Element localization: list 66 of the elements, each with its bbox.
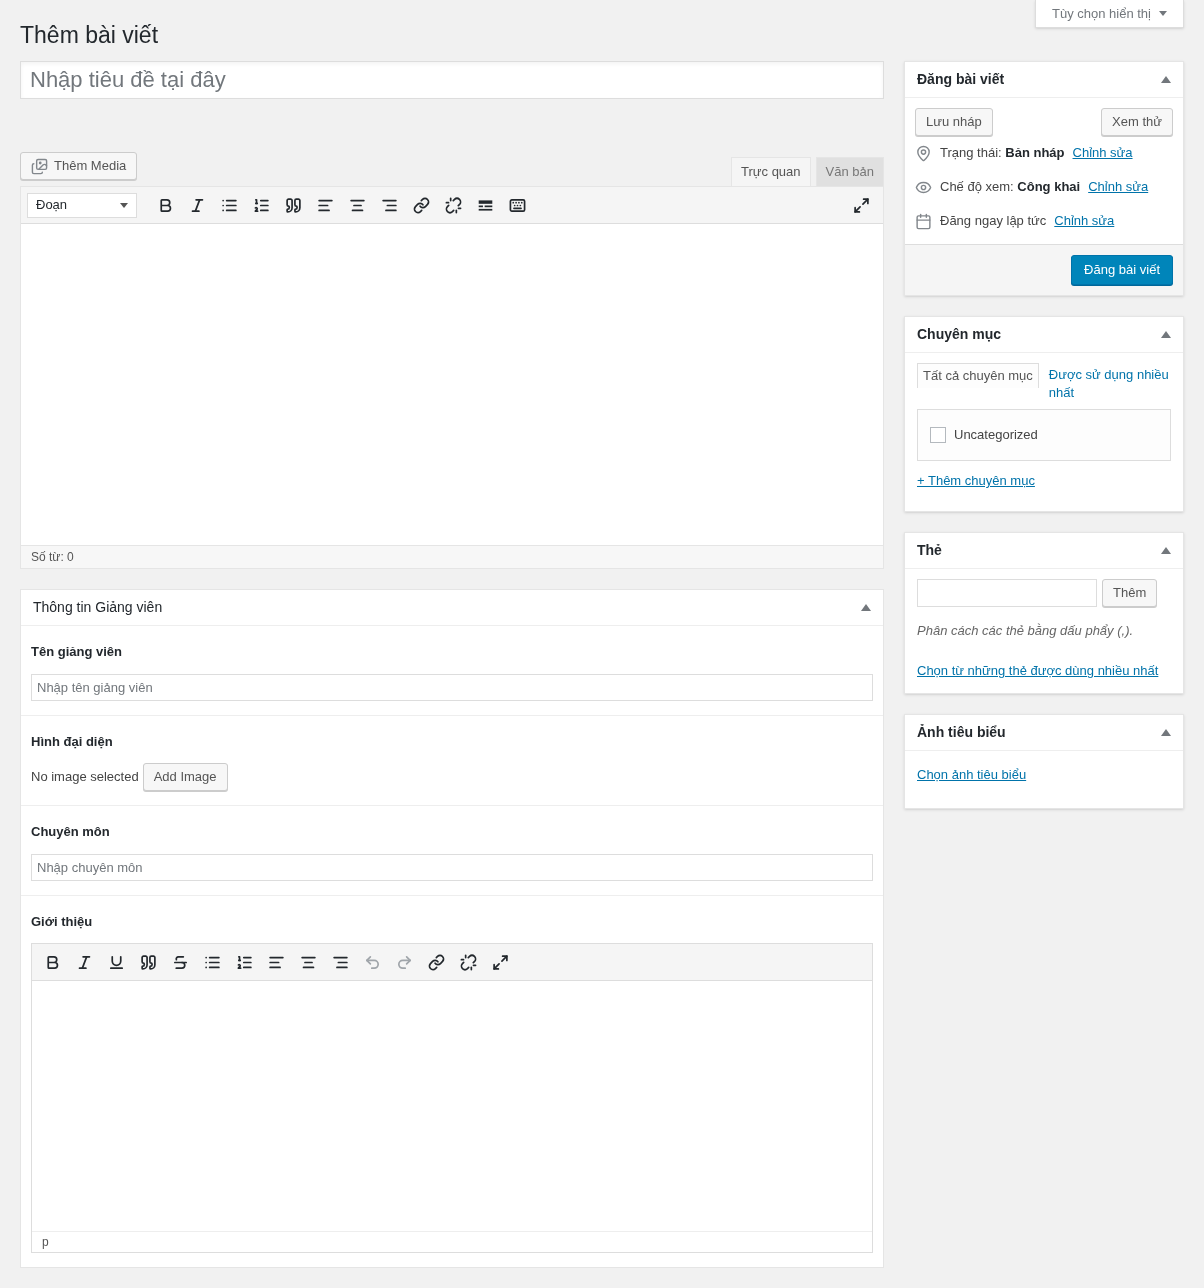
popular-tags-link[interactable]: Chọn từ những thẻ được dùng nhiều nhất <box>917 661 1159 681</box>
editor-tab[interactable]: Văn bản <box>815 157 884 186</box>
unlink-icon <box>459 953 477 971</box>
editor-tab[interactable]: Trực quan <box>731 157 811 186</box>
field-label: Chuyên môn <box>31 823 111 841</box>
tag-field[interactable] <box>917 578 1097 607</box>
quote-icon <box>284 196 302 214</box>
field-label: Tên giảng viên <box>31 643 123 661</box>
link-icon <box>427 953 445 971</box>
metabox-title: Thông tin Giảng viên <box>33 598 163 617</box>
keyboard-icon <box>508 196 526 214</box>
panel-title: Chuyên mục <box>917 325 1001 344</box>
collapse-icon <box>1161 728 1171 736</box>
page-title: Thêm bài viết <box>20 21 160 50</box>
publish-setting: Đăng ngay lập tức <box>940 212 1047 231</box>
title-field[interactable]: Nhập tiêu đề tại đây <box>20 61 884 99</box>
publish-button[interactable]: Đăng bài viết <box>1071 255 1173 285</box>
publish-setting: Trạng thái: Bản nháp <box>940 144 1065 163</box>
panel-title: Thẻ <box>917 540 942 560</box>
quote-icon <box>139 953 157 971</box>
category-label: Uncategorized <box>954 426 1038 445</box>
strikethrough-icon <box>171 953 189 971</box>
element-path: p <box>42 1234 49 1251</box>
underline-icon <box>107 953 125 971</box>
undo-icon <box>363 953 381 971</box>
add-tag-button[interactable]: Thêm <box>1102 578 1158 607</box>
link-icon <box>412 196 430 214</box>
category-tab[interactable]: Được sử dụng nhiều nhất <box>1048 363 1171 405</box>
format-select[interactable]: Đoạn <box>27 192 137 218</box>
media-icon <box>31 157 48 175</box>
field-label: Hình đại diện <box>31 732 114 751</box>
add-category-link[interactable]: + Thêm chuyên mục <box>917 471 1035 491</box>
calendar-icon <box>915 212 932 230</box>
pin-icon <box>915 144 932 162</box>
caret-icon <box>1159 11 1167 16</box>
caret-icon <box>120 202 128 208</box>
panel-title: Đăng bài viết <box>917 70 1005 89</box>
image-status: No image selected <box>31 768 139 787</box>
collapse-icon <box>1161 76 1171 83</box>
screen-options-tab[interactable]: Tùy chọn hiển thị <box>1035 0 1184 28</box>
collapse-icon <box>861 604 871 611</box>
text-field[interactable]: Nhập tên giảng viên <box>31 673 873 701</box>
panel-title: Ảnh tiêu biểu <box>917 722 1006 742</box>
text-field[interactable]: Nhập chuyên môn <box>31 853 873 881</box>
unlink-icon <box>444 196 462 214</box>
fullscreen-icon <box>491 953 509 971</box>
edit-link[interactable]: Chỉnh sửa <box>1088 177 1149 197</box>
save-draft-button[interactable]: Lưu nháp <box>915 108 993 136</box>
edit-link[interactable]: Chỉnh sửa <box>1054 211 1115 231</box>
field-label: Giới thiệu <box>31 912 94 931</box>
collapse-icon <box>1161 331 1171 338</box>
preview-button[interactable]: Xem thử <box>1101 108 1173 136</box>
add-image-button[interactable]: Add Image <box>142 763 228 791</box>
checkbox[interactable] <box>930 427 946 443</box>
numbered-list-icon <box>252 196 270 214</box>
collapse-icon <box>1161 546 1171 554</box>
edit-link[interactable]: Chỉnh sửa <box>1072 143 1133 163</box>
category-tab[interactable]: Tất cả chuyên mục <box>917 363 1039 388</box>
numbered-list-icon <box>235 953 253 971</box>
publish-setting: Chế độ xem: Công khai <box>940 178 1081 197</box>
redo-icon <box>395 953 413 971</box>
word-count: Số từ: 0 <box>31 549 74 566</box>
fullscreen-icon <box>852 196 870 214</box>
set-featured-image-link[interactable]: Chọn ảnh tiêu biểu <box>917 764 1027 784</box>
tag-hint: Phân cách các thẻ bằng dấu phẩy (,). <box>917 621 1135 640</box>
add-media-button[interactable]: Thêm Media <box>20 152 138 180</box>
